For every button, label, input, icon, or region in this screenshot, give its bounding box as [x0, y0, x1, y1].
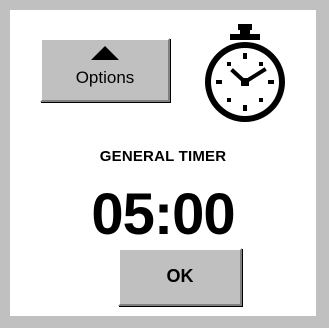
options-button[interactable]: Options	[40, 38, 170, 102]
timer-time-display: 05:00	[91, 182, 235, 247]
timer-title: GENERAL TIMER	[99, 148, 227, 165]
options-button-label: Options	[75, 68, 135, 87]
timer-panel: Options GENERAL TIMER 05:00 OK	[10, 10, 316, 316]
stopwatch-icon	[205, 24, 285, 122]
ok-button-label: OK	[166, 266, 194, 286]
ok-button[interactable]: OK	[118, 248, 242, 306]
arrow-up-icon	[91, 46, 119, 60]
